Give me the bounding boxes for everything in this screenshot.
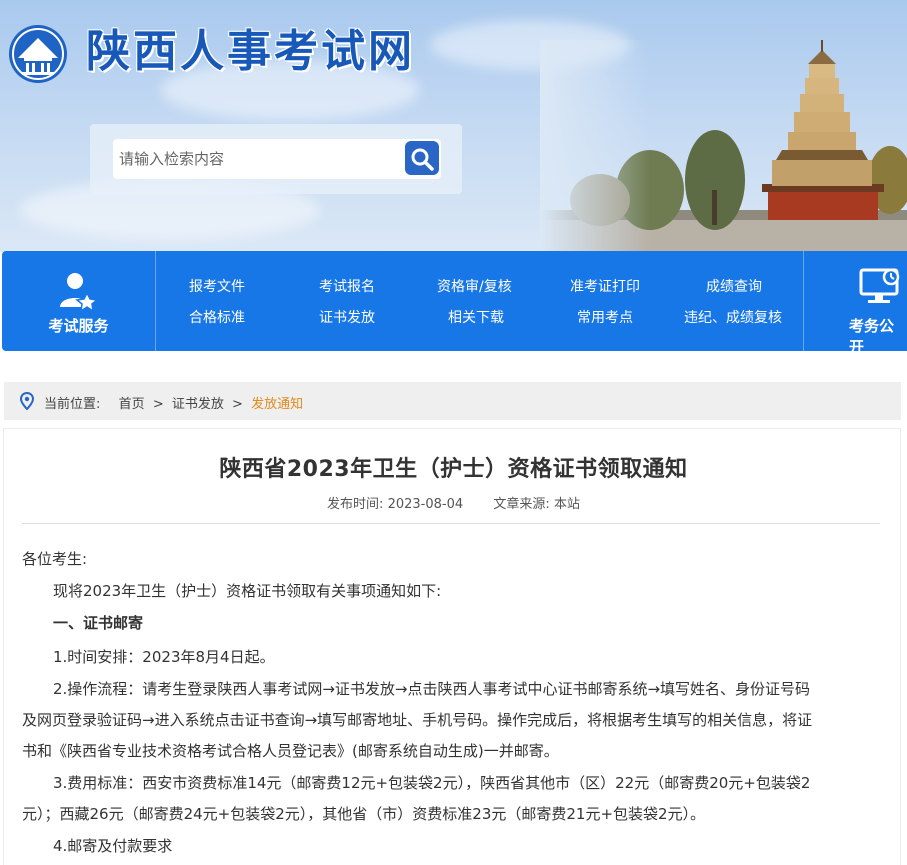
article-greeting: 各位考生: (22, 550, 88, 568)
item-time: 1.时间安排：2023年8月4日起。 (53, 648, 275, 666)
nav-link-certificate[interactable]: 证书发放 (319, 307, 375, 327)
nav-link-test-sites[interactable]: 常用考点 (577, 307, 633, 327)
nav-link-exam-docs[interactable]: 报考文件 (189, 276, 245, 296)
publish-date: 2023-08-04 (387, 497, 464, 512)
nav-link-registration[interactable]: 考试报名 (319, 276, 375, 296)
location-pin-icon (20, 392, 34, 410)
section-heading: 一、证书邮寄 (53, 614, 144, 632)
article-title: 陕西省2023年卫生（护士）资格证书领取通知 (219, 457, 688, 482)
search-button[interactable] (403, 139, 441, 179)
breadcrumb-current[interactable]: 发放通知 (251, 397, 303, 412)
item-process-line2: 及网页登录验证码→进入系统点击证书查询→填写邮寄地址、手机号码。操作完成后，将根… (22, 711, 813, 729)
nav-link-qualification-review[interactable]: 资格审/复核 (437, 276, 512, 296)
search-input[interactable] (113, 139, 403, 179)
item-fee-line2: 元）；西藏26元（邮寄费24元+包装袋2元），其他省（市）资费标准23元（邮寄费… (22, 805, 706, 823)
breadcrumb-separator: > (232, 397, 243, 412)
site-title: 陕西人事考试网 (86, 26, 415, 77)
nav-link-downloads[interactable]: 相关下载 (448, 307, 504, 327)
item-payment: 4.邮寄及付款要求 (53, 837, 173, 855)
article-intro: 现将2023年卫生（护士）资格证书领取有关事项通知如下: (53, 582, 442, 600)
item-fee-line1: 3.费用标准：西安市资费标准14元（邮寄费12元+包装袋2元），陕西省其他市（区… (53, 774, 811, 792)
site-logo-icon[interactable] (6, 22, 70, 86)
nav-exam-public[interactable]: 考务公开 (803, 251, 907, 356)
source-label: 文章来源: (493, 497, 550, 512)
search-icon (411, 148, 434, 171)
pagoda-scene-image (540, 40, 907, 252)
breadcrumb-prefix: 当前位置: (44, 397, 101, 412)
user-service-icon (60, 273, 99, 311)
main-nav: 考试服务 报考文件 合格标准 考试报名 证书发放 资格审/复核 相关下载 准考证… (2, 251, 907, 356)
article-meta: 发布时间: 2023-08-04 文章来源: 本站 (0, 493, 907, 512)
article-divider (22, 523, 880, 524)
item-process-line3: 书和《陕西省专业技术资格考试合格人员登记表》(邮寄系统自动生成)一并邮寄。 (22, 742, 559, 760)
monitor-clock-icon (859, 268, 900, 303)
site-header: 陕西人事考试网 (0, 0, 907, 252)
nav-exam-service-label: 考试服务 (48, 317, 109, 335)
breadcrumb-separator: > (152, 397, 164, 412)
nav-link-admission-ticket[interactable]: 准考证打印 (570, 276, 640, 296)
nav-exam-public-label: 考务公开 (849, 317, 895, 356)
breadcrumb-home-link[interactable]: 首页 (119, 397, 145, 412)
breadcrumb-text: 当前位置: 首页 > 证书发放 > 发放通知 (44, 393, 303, 412)
breadcrumb: 当前位置: 首页 > 证书发放 > 发放通知 (4, 382, 901, 420)
breadcrumb-certificate-link[interactable]: 证书发放 (172, 397, 224, 412)
item-process-line1: 2.操作流程：请考生登录陕西人事考试网→证书发放→点击陕西人事考试中心证书邮寄系… (53, 680, 811, 698)
nav-link-score-query[interactable]: 成绩查询 (706, 276, 762, 296)
nav-exam-service[interactable]: 考试服务 (2, 251, 156, 351)
source-value: 本站 (553, 497, 580, 512)
publish-label: 发布时间: (327, 497, 384, 512)
nav-link-violation-review[interactable]: 违纪、成绩复核 (684, 307, 782, 327)
nav-link-pass-standard[interactable]: 合格标准 (189, 307, 245, 327)
